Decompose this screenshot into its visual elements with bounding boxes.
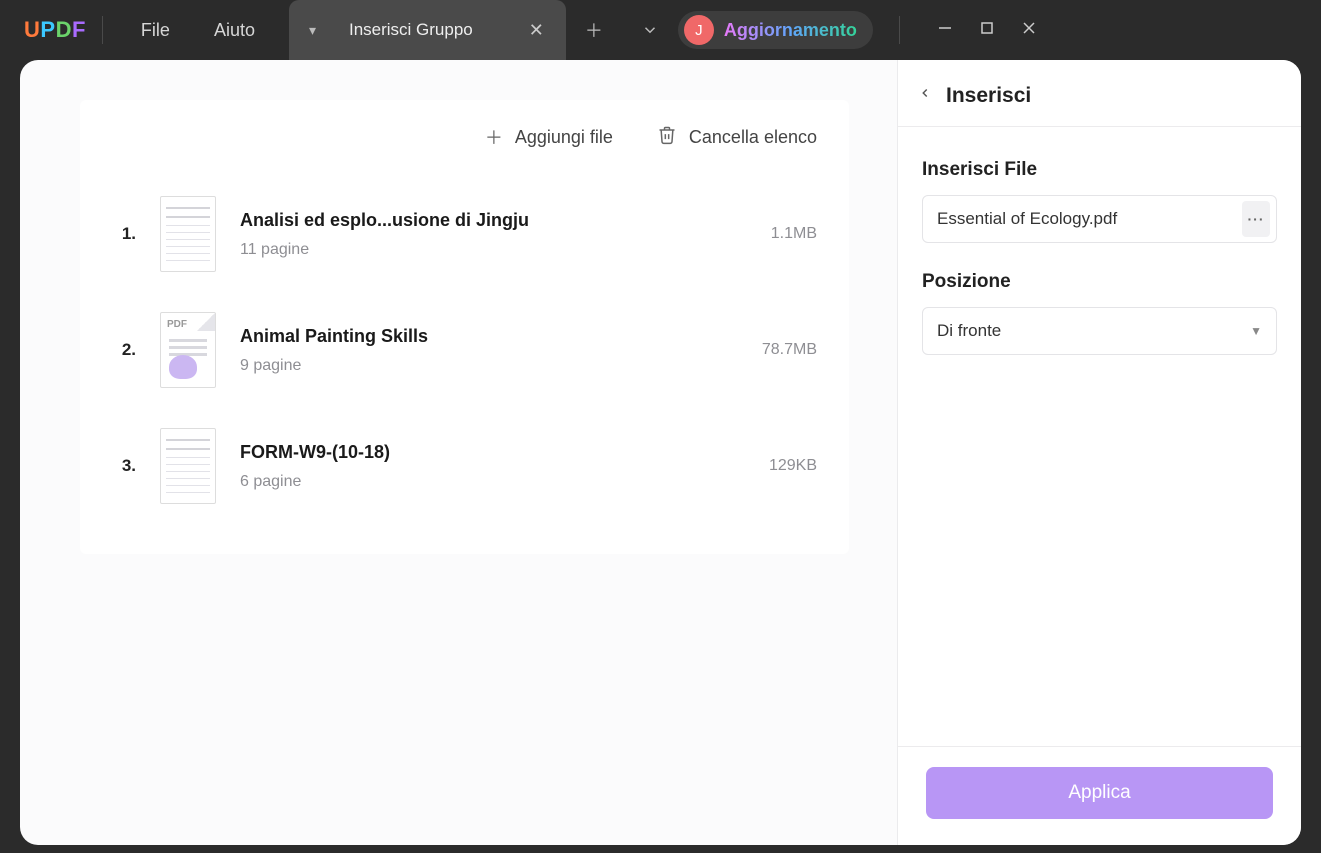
side-content: Inserisci File Essential of Ecology.pdf … [898, 127, 1301, 746]
tab-title: Inserisci Gruppo [349, 20, 473, 40]
file-index: 2. [112, 340, 136, 360]
chevron-down-icon: ▼ [1250, 324, 1262, 338]
file-info: Analisi ed esplo...usione di Jingju 11 pa… [240, 210, 703, 259]
file-title: Analisi ed esplo...usione di Jingju [240, 210, 703, 231]
apply-button[interactable]: Applica [926, 767, 1273, 819]
insert-file-field: Essential of Ecology.pdf ··· [922, 195, 1277, 243]
file-row[interactable]: 3. FORM-W9-(10-18) 6 pagine 129KB [80, 408, 849, 524]
file-size: 129KB [727, 457, 817, 475]
menu-file[interactable]: File [119, 20, 192, 41]
side-header: Inserisci [898, 60, 1301, 127]
separator [102, 16, 103, 44]
app-logo: UPDF [24, 17, 86, 43]
insert-file-value: Essential of Ecology.pdf [937, 209, 1242, 229]
file-title: FORM-W9-(10-18) [240, 442, 703, 463]
window-controls [938, 21, 1036, 39]
insert-file-label: Inserisci File [922, 159, 1277, 181]
close-icon[interactable] [1022, 21, 1036, 39]
titlebar: UPDF File Aiuto ▾ Inserisci Gruppo ✕ ＋ J… [0, 0, 1321, 60]
file-pages: 11 pagine [240, 241, 703, 259]
file-size: 1.1MB [727, 225, 817, 243]
file-thumb: PDF [160, 312, 216, 388]
side-title: Inserisci [946, 84, 1031, 108]
tab-close-icon[interactable]: ✕ [529, 20, 544, 41]
avatar: J [684, 15, 714, 45]
separator [899, 16, 900, 44]
file-row[interactable]: 1. Analisi ed esplo...usione di Jingju 11 … [80, 176, 849, 292]
file-pages: 6 pagine [240, 473, 703, 491]
position-value: Di fronte [937, 321, 1250, 341]
browse-file-button[interactable]: ··· [1242, 201, 1270, 237]
clear-list-label: Cancella elenco [689, 127, 817, 148]
new-tab-button[interactable]: ＋ [566, 0, 622, 60]
position-label: Posizione [922, 271, 1277, 293]
menu-help[interactable]: Aiuto [192, 20, 277, 41]
workspace: ＋ Aggiungi file Cancella elenco 1. Analis… [20, 60, 1301, 845]
clear-list-button[interactable]: Cancella elenco [657, 125, 817, 150]
side-panel: Inserisci Inserisci File Essential of Ec… [897, 60, 1301, 845]
upgrade-label: Aggiornamento [724, 20, 857, 41]
add-file-label: Aggiungi file [515, 127, 613, 148]
file-thumb [160, 428, 216, 504]
file-size: 78.7MB [727, 341, 817, 359]
file-thumb [160, 196, 216, 272]
file-pages: 9 pagine [240, 357, 703, 375]
back-icon[interactable] [918, 84, 932, 108]
file-index: 3. [112, 456, 136, 476]
tab-overflow-icon[interactable] [622, 0, 678, 60]
file-info: FORM-W9-(10-18) 6 pagine [240, 442, 703, 491]
add-file-button[interactable]: ＋ Aggiungi file [485, 124, 613, 150]
file-title: Animal Painting Skills [240, 326, 703, 347]
position-select[interactable]: Di fronte ▼ [922, 307, 1277, 355]
file-index: 1. [112, 224, 136, 244]
main-panel: ＋ Aggiungi file Cancella elenco 1. Analis… [20, 60, 897, 845]
minimize-icon[interactable] [938, 21, 952, 39]
file-row[interactable]: 2. PDF Animal Painting Skills 9 pagine 78.7M… [80, 292, 849, 408]
user-pill[interactable]: J Aggiornamento [678, 11, 873, 49]
file-info: Animal Painting Skills 9 pagine [240, 326, 703, 375]
tab-active[interactable]: ▾ Inserisci Gruppo ✕ [289, 0, 566, 60]
tab-dropdown-icon[interactable]: ▾ [309, 22, 316, 39]
side-footer: Applica [898, 746, 1301, 845]
maximize-icon[interactable] [980, 21, 994, 39]
trash-icon [657, 125, 677, 150]
file-toolbar: ＋ Aggiungi file Cancella elenco [80, 100, 849, 160]
file-card: ＋ Aggiungi file Cancella elenco 1. Analis… [80, 100, 849, 554]
file-list: 1. Analisi ed esplo...usione di Jingju 11 … [80, 160, 849, 554]
tab-bar: ▾ Inserisci Gruppo ✕ ＋ [289, 0, 678, 60]
plus-icon: ＋ [485, 124, 503, 150]
